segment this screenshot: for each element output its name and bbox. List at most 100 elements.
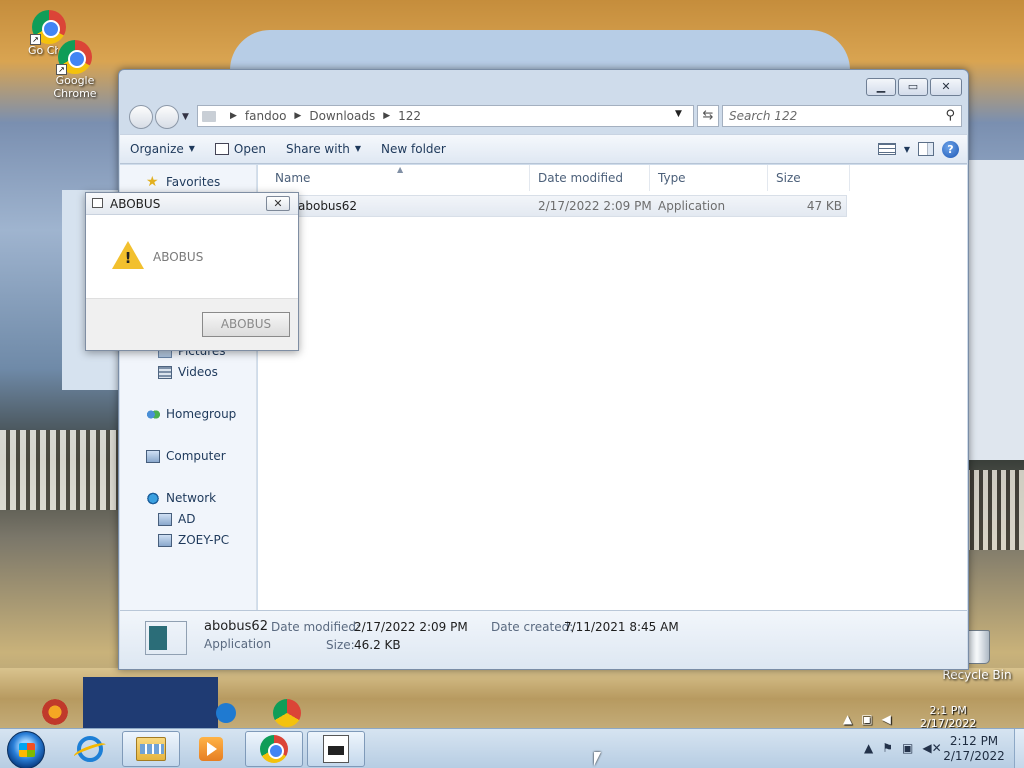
breadcrumb-separator-icon[interactable]: ▶ — [294, 111, 301, 121]
open-label: Open — [233, 142, 266, 156]
help-icon[interactable]: ? — [942, 140, 959, 158]
search-input[interactable] — [723, 106, 933, 126]
chevron-down-icon: ▼ — [354, 144, 362, 153]
dialog-body: ! ABOBUS — [86, 215, 298, 298]
ghost-volume-icon: ◀ — [881, 712, 891, 726]
search-icon[interactable]: ⚲ — [945, 108, 955, 123]
windows-logo-icon — [19, 743, 35, 757]
detail-date-modified-label: Date modified: — [271, 620, 361, 634]
nav-item-homegroup[interactable]: Homegroup — [146, 407, 236, 421]
exclamation-icon: ! — [124, 249, 132, 267]
nav-item-videos[interactable]: Videos — [158, 365, 218, 379]
preview-pane-icon[interactable] — [918, 142, 934, 156]
chevron-down-icon: ▼ — [188, 144, 195, 153]
dialog-ok-button[interactable]: ABOBUS — [202, 312, 290, 337]
homegroup-icon — [146, 407, 160, 421]
window-controls: ▁ ▭ ✕ — [866, 78, 962, 96]
action-center-icon[interactable]: ⚑ — [882, 741, 893, 755]
breadcrumb-separator-icon[interactable]: ▶ — [230, 111, 237, 121]
dialog-title-bar[interactable]: ABOBUS ✕ — [86, 193, 298, 215]
detail-date-created: 7/11/2021 8:45 AM — [564, 620, 679, 634]
taskbar-windows-explorer[interactable] — [122, 731, 180, 767]
forward-button[interactable] — [155, 105, 179, 129]
column-header-type[interactable]: Type — [650, 165, 768, 191]
refresh-icon[interactable]: ⇆ — [697, 105, 719, 127]
show-hidden-icons-icon[interactable]: ▲ — [864, 741, 873, 755]
application-window-icon — [323, 735, 349, 763]
address-bar[interactable]: ▶ fandoo ▶ Downloads ▶ 122 — [197, 105, 694, 127]
organize-button[interactable]: Organize ▼ — [120, 137, 205, 161]
clock-date: 2/17/2022 — [943, 749, 1005, 763]
desktop-wallpaper-fragment — [965, 160, 1024, 460]
breadcrumb-downloads[interactable]: Downloads — [309, 109, 375, 123]
nav-item-ad[interactable]: AD — [158, 512, 195, 526]
detail-size: 46.2 KB — [354, 638, 401, 652]
message-dialog: ABOBUS ✕ ! ABOBUS ABOBUS — [85, 192, 299, 351]
recent-pages-dropdown[interactable]: ▼ — [182, 112, 189, 122]
nav-item-zoey-pc[interactable]: ZOEY-PC — [158, 533, 229, 547]
breadcrumb-fandoo[interactable]: fandoo — [245, 109, 286, 123]
shortcut-arrow-icon: ↗ — [56, 64, 67, 75]
ghost-tray: ▲ ▣ ◀ 2:1 PM 2/17/2022 — [838, 704, 1024, 730]
new-folder-button[interactable]: New folder — [371, 137, 456, 161]
nav-label: Computer — [166, 449, 226, 463]
minimize-button[interactable]: ▁ — [866, 78, 896, 96]
ghost-tray-icons: ▲ ▣ ◀ — [843, 712, 891, 726]
change-view-icon[interactable] — [877, 143, 896, 155]
taskbar-media-player[interactable] — [182, 731, 240, 767]
windows-explorer-icon — [136, 737, 166, 761]
open-icon — [214, 143, 229, 155]
column-header-label: Date modified — [538, 171, 624, 185]
desktop-wallpaper-fragment — [965, 470, 1024, 550]
chevron-down-icon[interactable]: ▼ — [904, 145, 910, 154]
taskbar-abobus-app[interactable] — [307, 731, 365, 767]
taskbar-clock[interactable]: 2:12 PM 2/17/2022 — [934, 734, 1014, 764]
application-icon — [145, 621, 187, 655]
nav-item-computer[interactable]: Computer — [146, 449, 226, 463]
desktop-icon-label: Google Chrome — [53, 74, 97, 100]
breadcrumb-122[interactable]: 122 — [398, 109, 421, 123]
dialog-close-button[interactable]: ✕ — [266, 196, 290, 211]
maximize-button[interactable]: ▭ — [898, 78, 928, 96]
breadcrumb-separator-icon[interactable]: ▶ — [383, 111, 390, 121]
network-icon — [146, 491, 160, 505]
address-row: ▼ ▶ fandoo ▶ Downloads ▶ 122 ▼ ⇆ ⚲ — [127, 104, 962, 130]
column-header-date-modified[interactable]: Date modified — [530, 165, 650, 191]
file-size: 47 KB — [806, 199, 842, 213]
ghost-clock: 2:1 PM 2/17/2022 — [920, 704, 976, 730]
show-desktop-button[interactable] — [1014, 729, 1024, 768]
open-button[interactable]: Open — [205, 137, 276, 161]
dialog-title: ABOBUS — [110, 197, 161, 211]
dialog-footer: ABOBUS — [86, 298, 298, 350]
table-row[interactable]: abobus62 2/17/2022 2:09 PM Application 4… — [267, 195, 847, 217]
computer-icon — [158, 512, 172, 526]
search-box: ⚲ — [722, 105, 962, 127]
desktop-wallpaper-fragment — [0, 430, 120, 510]
folder-icon — [202, 110, 216, 122]
nav-label: Network — [166, 491, 217, 505]
column-header-label: Size — [776, 171, 801, 185]
back-button[interactable] — [129, 105, 153, 129]
column-header-name[interactable]: ▲ Name — [267, 165, 530, 191]
nav-item-favorites[interactable]: ★ Favorites — [146, 175, 220, 190]
desktop-icon-google-chrome[interactable]: ↗ Google Chrome — [40, 40, 110, 100]
file-list: ▲ Name Date modified Type Size abobus62 … — [258, 165, 967, 610]
detail-file-name: abobus62 — [204, 619, 268, 634]
organize-label: Organize — [130, 142, 184, 156]
window-icon — [92, 198, 103, 208]
taskbar-google-chrome[interactable] — [245, 731, 303, 767]
ghost-ie-icon — [40, 697, 70, 727]
nav-item-network[interactable]: Network — [146, 491, 216, 505]
taskbar-internet-explorer[interactable] — [61, 731, 119, 767]
network-icon[interactable]: ▣ — [902, 741, 913, 755]
column-header-size[interactable]: Size — [768, 165, 850, 191]
share-with-button[interactable]: Share with ▼ — [276, 137, 371, 161]
command-bar: Organize ▼ Open Share with ▼ New folder … — [120, 134, 967, 164]
detail-file-type: Application — [204, 637, 272, 651]
close-button[interactable]: ✕ — [930, 78, 962, 96]
view-controls: ▼ ? — [877, 140, 967, 158]
address-dropdown-icon[interactable]: ▼ — [675, 109, 682, 119]
dialog-message: ABOBUS — [153, 250, 204, 264]
nav-label: Homegroup — [166, 407, 237, 421]
start-button[interactable] — [7, 731, 45, 768]
